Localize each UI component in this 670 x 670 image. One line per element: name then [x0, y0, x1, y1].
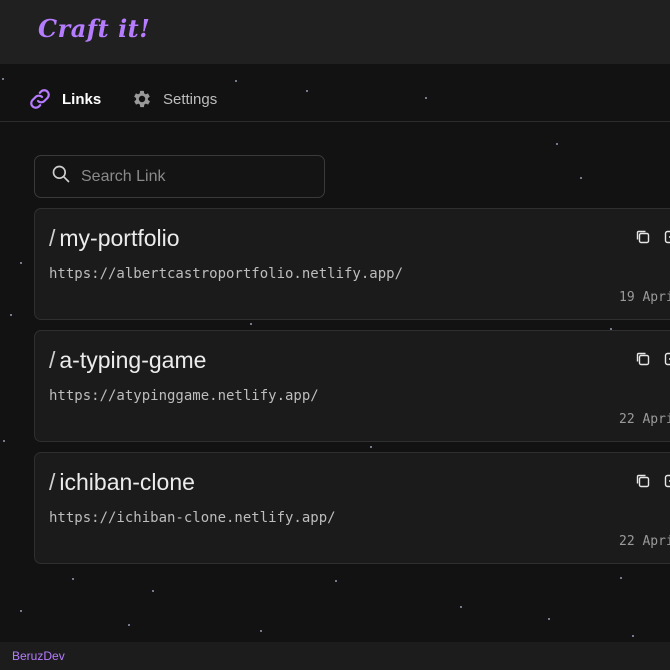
app-logo[interactable]: Craft it! — [38, 14, 150, 43]
copy-icon[interactable] — [635, 473, 651, 494]
link-url[interactable]: https://albertcastroportfolio.netlify.ap… — [49, 266, 403, 282]
link-date: 22 Apri — [619, 412, 670, 427]
search-box — [34, 155, 325, 198]
link-card[interactable]: / a-typing-game https://atypinggame.netl… — [34, 330, 670, 442]
copy-icon[interactable] — [635, 351, 651, 372]
link-url[interactable]: https://atypinggame.netlify.app/ — [49, 388, 319, 404]
nav-tab-settings-label: Settings — [163, 90, 218, 108]
top-bar: Craft it! — [0, 0, 670, 64]
link-date: 22 Apri — [619, 534, 670, 549]
link-slug: a-typing-game — [59, 347, 207, 373]
link-card-title: / my-portfolio — [49, 225, 180, 251]
search-input[interactable] — [81, 167, 324, 186]
link-date: 19 Apri — [619, 290, 670, 305]
nav-tab-links-label: Links — [62, 90, 102, 108]
footer: BeruzDev — [0, 642, 670, 670]
open-link-icon[interactable] — [663, 229, 670, 250]
open-link-icon[interactable] — [663, 351, 670, 372]
gear-icon — [131, 88, 153, 110]
link-card[interactable]: / ichiban-clone https://ichiban-clone.ne… — [34, 452, 670, 564]
nav-tab-settings[interactable]: Settings — [131, 86, 217, 112]
link-card-title: / ichiban-clone — [49, 469, 195, 495]
nav-tab-links[interactable]: Links — [28, 86, 101, 112]
open-link-icon[interactable] — [663, 473, 670, 494]
link-slug: ichiban-clone — [59, 469, 195, 495]
footer-credit[interactable]: BeruzDev — [12, 649, 65, 663]
copy-icon[interactable] — [635, 229, 651, 250]
link-url[interactable]: https://ichiban-clone.netlify.app/ — [49, 510, 336, 526]
link-card-title: / a-typing-game — [49, 347, 207, 373]
link-slug: my-portfolio — [59, 225, 180, 251]
app-root: Craft it! Links Settings Search Link / m… — [0, 0, 670, 670]
main-nav: Links Settings — [0, 76, 670, 122]
link-card[interactable]: / my-portfolio https://albertcastroportf… — [34, 208, 670, 320]
search-icon — [51, 164, 71, 189]
link-icon — [28, 87, 52, 111]
